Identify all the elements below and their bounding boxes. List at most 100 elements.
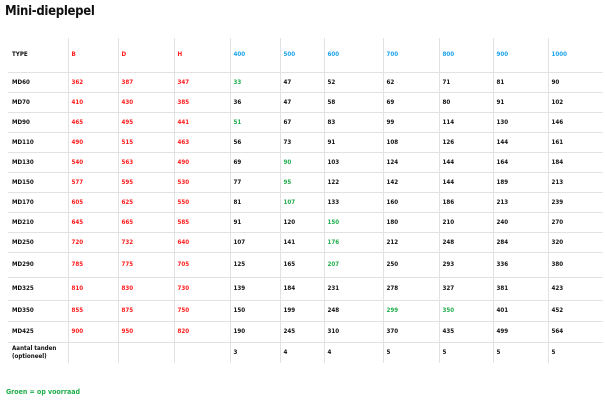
table-cell: 362 [68, 71, 119, 92]
table-cell: 350 [439, 299, 494, 321]
column-header: 1000 [551, 51, 568, 59]
row-type-label: MD425 [8, 320, 69, 342]
table-cell: 495 [118, 111, 175, 132]
table-cell: 161 [548, 131, 603, 152]
table-cell: 401 [493, 299, 549, 321]
table-cell: 785 [68, 251, 119, 277]
table-cell: 245 [280, 320, 325, 342]
table-cell: 91 [324, 131, 384, 152]
table-cell: 52 [324, 71, 384, 92]
table-cell: 248 [439, 231, 494, 252]
table-cell: 90 [280, 151, 325, 172]
table-cell: 720 [68, 231, 119, 252]
table-cell: 410 [68, 91, 119, 112]
table-cell: 139 [230, 276, 281, 300]
column-header: 500 [280, 38, 325, 72]
table-cell: 370 [383, 320, 440, 342]
table-cell: 51 [230, 111, 281, 132]
table-cell: 69 [230, 151, 281, 172]
table-cell: 430 [118, 91, 175, 112]
teeth-cell: 5 [383, 341, 440, 363]
column-header: 900 [493, 38, 549, 72]
teeth-cell: 5 [548, 341, 603, 363]
table-cell: 380 [548, 251, 603, 277]
table-cell: 705 [174, 251, 231, 277]
table-cell: 107 [280, 191, 325, 212]
column-header: H [174, 38, 231, 72]
table-cell: 336 [493, 251, 549, 277]
table-row: MD250 720 732 640 107 141 176 212 248 284 320 [8, 231, 603, 252]
row-type-label: MD110 [8, 131, 69, 152]
table-cell: 33 [230, 71, 281, 92]
table-cell: 36 [230, 91, 281, 112]
table-cell: 732 [118, 231, 175, 252]
table-cell: 248 [324, 299, 384, 321]
table-cell: 213 [548, 171, 603, 192]
empty-cell [68, 341, 119, 363]
table-row: MD425 900 950 820 190 245 310 370 435 499 564 [8, 320, 603, 342]
table-cell: 73 [280, 131, 325, 152]
table-cell: 56 [230, 131, 281, 152]
row-type-label: MD290 [8, 251, 69, 277]
table-row: MD90 465 495 441 51 67 83 99 114 130 146 [8, 111, 603, 132]
table-cell: 640 [174, 231, 231, 252]
row-type-label: MD70 [8, 91, 69, 112]
table-cell: 327 [439, 276, 494, 300]
table-cell: 80 [439, 91, 494, 112]
column-header: 600 [324, 38, 384, 72]
table-cell: 293 [439, 251, 494, 277]
table-row: MD350 855 875 750 150 199 248 299 350 401 452 [8, 299, 603, 321]
table-cell: 530 [174, 171, 231, 192]
table-cell: 120 [280, 211, 325, 232]
table-row: MD290 785 775 705 125 165 207 250 293 336 380 [8, 251, 603, 277]
table-cell: 540 [68, 151, 119, 172]
table-cell: 95 [280, 171, 325, 192]
table-cell: 165 [280, 251, 325, 277]
table-cell: 490 [68, 131, 119, 152]
row-type-label: MD250 [8, 231, 69, 252]
table-cell: 77 [230, 171, 281, 192]
table-cell: 830 [118, 276, 175, 300]
table-cell: 210 [439, 211, 494, 232]
table-cell: 124 [383, 151, 440, 172]
table-cell: 240 [493, 211, 549, 232]
table-cell: 441 [174, 111, 231, 132]
column-header: D [118, 38, 175, 72]
table-cell: 775 [118, 251, 175, 277]
table-cell: 142 [383, 171, 440, 192]
table-cell: 144 [439, 171, 494, 192]
table-cell: 186 [439, 191, 494, 212]
table-cell: 347 [174, 71, 231, 92]
table-cell: 69 [383, 91, 440, 112]
table-cell: 199 [280, 299, 325, 321]
table-cell: 103 [324, 151, 384, 172]
table-cell: 212 [383, 231, 440, 252]
table-cell: 91 [493, 91, 549, 112]
table-cell: 47 [280, 91, 325, 112]
table-row: MD150 577 595 530 77 95 122 142 144 189 213 [8, 171, 603, 192]
table-cell: 125 [230, 251, 281, 277]
table-row: MD110 490 515 463 56 73 91 108 126 144 161 [8, 131, 603, 152]
table-cell: 585 [174, 211, 231, 232]
table-cell: 133 [324, 191, 384, 212]
table-cell: 730 [174, 276, 231, 300]
table-cell: 463 [174, 131, 231, 152]
teeth-cell: 5 [439, 341, 494, 363]
table-cell: 465 [68, 111, 119, 132]
column-header: 400 [230, 38, 281, 72]
table-cell: 176 [324, 231, 384, 252]
table-cell: 144 [493, 131, 549, 152]
table-cell: 102 [548, 91, 603, 112]
table-cell: 310 [324, 320, 384, 342]
dimensions-table: TYPE B D H 400 500 600 700 800 900 1000 MD60 362 387 3… [8, 38, 603, 363]
row-type-label: MD325 [8, 276, 69, 300]
stock-legend-note: Groen = op voorraad [6, 388, 81, 396]
table-cell: 381 [493, 276, 549, 300]
table-row: MD210 645 665 585 91 120 150 180 210 240 270 [8, 211, 603, 232]
row-type-label: MD170 [8, 191, 69, 212]
table-cell: 284 [493, 231, 549, 252]
table-cell: 231 [324, 276, 384, 300]
row-type-label: MD90 [8, 111, 69, 132]
table-cell: 563 [118, 151, 175, 172]
row-type-label: MD60 [8, 71, 69, 92]
